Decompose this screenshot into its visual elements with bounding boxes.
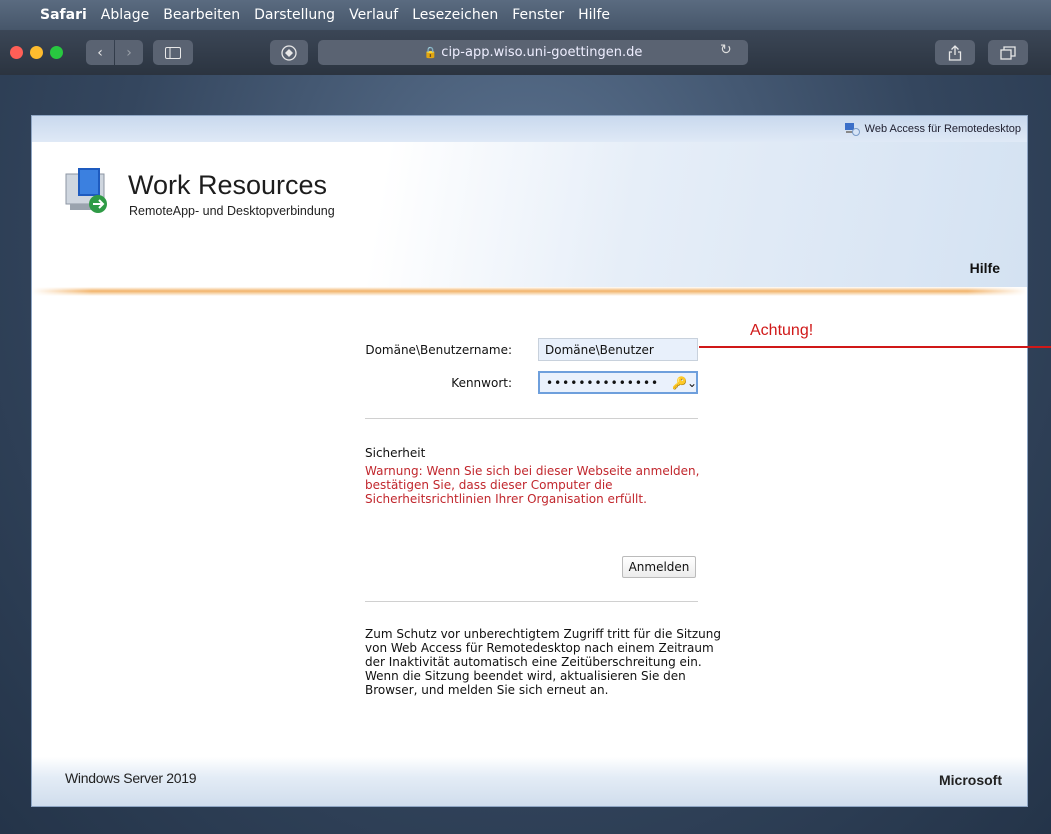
- back-button[interactable]: ‹: [86, 40, 114, 65]
- zoom-window-button[interactable]: [50, 46, 63, 59]
- close-window-button[interactable]: [10, 46, 23, 59]
- orange-divider: [32, 287, 1027, 296]
- reload-icon[interactable]: ↻: [720, 42, 732, 58]
- menu-fenster[interactable]: Fenster: [512, 7, 564, 23]
- rdweb-panel: Web Access für Remotedesktop Work Resour…: [31, 115, 1028, 807]
- microsoft-logo: Microsoft: [939, 772, 1002, 788]
- share-icon: [948, 44, 962, 61]
- minimize-window-button[interactable]: [30, 46, 43, 59]
- menu-bearbeiten[interactable]: Bearbeiten: [163, 7, 240, 23]
- annotation-achtung: Achtung!: [750, 322, 814, 339]
- divider: [365, 418, 698, 419]
- privacy-report-button[interactable]: [270, 40, 308, 65]
- sidebar-toggle-button[interactable]: [153, 40, 193, 65]
- username-label: Domäne\Benutzername:: [365, 343, 512, 357]
- divider: [365, 601, 698, 602]
- rdweb-topbar-link[interactable]: Web Access für Remotedesktop: [865, 123, 1021, 135]
- menu-lesezeichen[interactable]: Lesezeichen: [412, 7, 498, 23]
- menubar: Safari Ablage Bearbeiten Darstellung Ver…: [0, 0, 1051, 30]
- username-input[interactable]: Domäne\Benutzer: [538, 338, 698, 361]
- key-icon[interactable]: 🔑⌄: [672, 376, 697, 390]
- rdweb-header: Work Resources RemoteApp- und Desktopver…: [32, 142, 1027, 287]
- login-form: Domäne\Benutzername: Domäne\Benutzer Ken…: [32, 296, 1027, 746]
- browser-toolbar: ‹ › 🔒 cip-app.wiso.uni-goettingen.de ↻ +: [0, 30, 1051, 93]
- address-bar[interactable]: 🔒 cip-app.wiso.uni-goettingen.de: [318, 40, 748, 65]
- password-label: Kennwort:: [451, 376, 512, 390]
- lock-icon: 🔒: [423, 46, 438, 59]
- url-text: cip-app.wiso.uni-goettingen.de: [441, 45, 643, 60]
- rdweb-topbar: Web Access für Remotedesktop: [32, 116, 1027, 142]
- timeout-info: Zum Schutz vor unberechtigtem Zugriff tr…: [365, 627, 721, 697]
- chevron-left-icon: ‹: [97, 44, 103, 61]
- tabs-icon: [1000, 45, 1016, 60]
- chevron-right-icon: ›: [126, 44, 132, 61]
- menu-app[interactable]: Safari: [40, 7, 87, 23]
- annotation-line: [699, 346, 1051, 348]
- share-button[interactable]: [935, 40, 975, 65]
- work-resources-logo-icon: [65, 168, 107, 213]
- page-subtitle: RemoteApp- und Desktopverbindung: [129, 204, 335, 218]
- menu-ablage[interactable]: Ablage: [101, 7, 149, 23]
- tab-overview-button[interactable]: [988, 40, 1028, 65]
- security-heading: Sicherheit: [365, 446, 426, 460]
- login-button[interactable]: Anmelden: [622, 556, 696, 578]
- sidebar-icon: [165, 46, 181, 59]
- menu-hilfe[interactable]: Hilfe: [578, 7, 610, 23]
- privacy-shield-icon: [281, 44, 297, 61]
- page-title: Work Resources: [128, 170, 328, 200]
- menu-darstellung[interactable]: Darstellung: [254, 7, 335, 23]
- help-link[interactable]: Hilfe: [970, 260, 1000, 276]
- forward-button[interactable]: ›: [115, 40, 143, 65]
- rdweb-footer: Windows Server 2019 Microsoft: [32, 757, 1027, 806]
- security-warning: Warnung: Wenn Sie sich bei dieser Websei…: [365, 464, 700, 506]
- windows-server-logo: Windows Server 2019: [65, 770, 197, 786]
- menu-verlauf[interactable]: Verlauf: [349, 7, 398, 23]
- remote-desktop-icon: [844, 122, 860, 136]
